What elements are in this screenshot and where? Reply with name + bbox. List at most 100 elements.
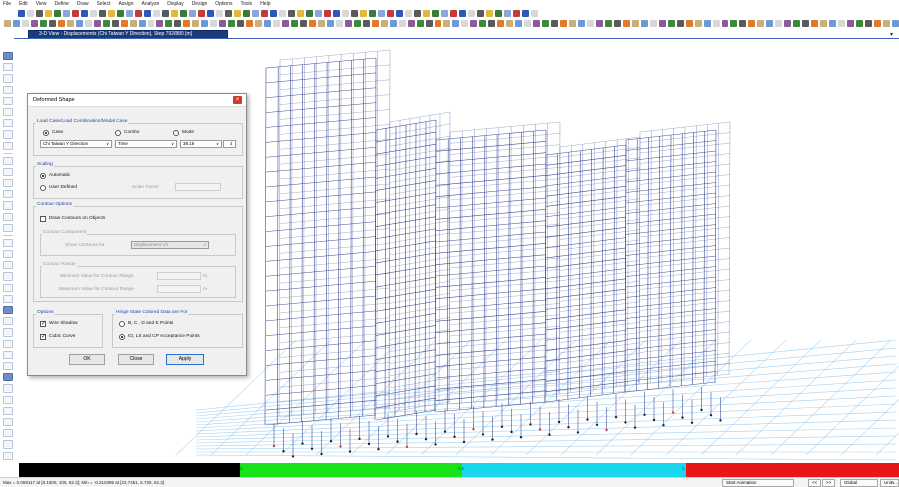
toolbar-icon[interactable]	[820, 20, 828, 27]
toolbar-icon[interactable]	[317, 20, 325, 27]
toolbar-icon[interactable]	[407, 20, 415, 27]
hinge-io-radio[interactable]	[119, 334, 125, 340]
toolbar-icon[interactable]	[66, 20, 74, 27]
toolbar-icon[interactable]	[369, 10, 376, 17]
toolbar-icon[interactable]	[39, 20, 47, 27]
next-step-button[interactable]: >>	[822, 479, 836, 487]
toolbar-icon[interactable]	[522, 10, 529, 17]
toolbar-icon[interactable]	[93, 20, 101, 27]
toolbar-icon[interactable]	[504, 10, 511, 17]
toolbar-icon[interactable]	[873, 20, 881, 27]
toolbar-icon[interactable]	[423, 10, 430, 17]
apply-button[interactable]: Apply	[166, 354, 204, 365]
left-toolbar-icon[interactable]	[3, 283, 13, 292]
left-toolbar-icon[interactable]	[3, 190, 13, 199]
draw-contours-checkbox[interactable]	[40, 216, 46, 222]
toolbar-icon[interactable]	[288, 10, 295, 17]
toolbar-icon[interactable]	[387, 10, 394, 17]
toolbar-icon[interactable]	[640, 20, 648, 27]
toolbar-icon[interactable]	[228, 20, 236, 27]
contour-component-select[interactable]: Displacement UY ∨	[131, 241, 209, 249]
toolbar-icon[interactable]	[162, 10, 169, 17]
left-toolbar-icon[interactable]	[3, 223, 13, 233]
toolbar-icon[interactable]	[694, 20, 702, 27]
left-toolbar-icon[interactable]	[3, 119, 13, 128]
close-button[interactable]: Close	[118, 354, 154, 365]
toolbar-icon[interactable]	[362, 20, 370, 27]
toolbar-icon[interactable]	[631, 20, 639, 27]
left-toolbar-icon[interactable]	[3, 328, 13, 337]
left-toolbar-icon[interactable]	[3, 317, 13, 326]
load-case-select[interactable]: Chi Taiwan Y Direction ∨	[40, 140, 112, 148]
toolbar-icon[interactable]	[396, 10, 403, 17]
toolbar-icon[interactable]	[775, 20, 783, 27]
toolbar-icon[interactable]	[432, 10, 439, 17]
toolbar-icon[interactable]	[506, 20, 514, 27]
left-toolbar-icon[interactable]	[3, 52, 13, 61]
toolbar-icon[interactable]	[515, 20, 523, 27]
menu-file[interactable]: File	[3, 0, 11, 9]
toolbar-icon[interactable]	[207, 10, 214, 17]
left-toolbar-icon[interactable]	[3, 451, 13, 460]
toolbar-icon[interactable]	[75, 20, 83, 27]
menu-draw[interactable]: Draw	[77, 0, 89, 9]
toolbar-icon[interactable]	[21, 20, 29, 27]
toolbar-icon[interactable]	[434, 20, 442, 27]
toolbar-icon[interactable]	[54, 10, 61, 17]
toolbar-icon[interactable]	[793, 20, 801, 27]
toolbar-icon[interactable]	[398, 20, 406, 27]
time-select[interactable]: Time ∨	[115, 140, 177, 148]
toolbar-icon[interactable]	[703, 20, 711, 27]
toolbar-icon[interactable]	[461, 20, 469, 27]
combo-radio[interactable]	[115, 130, 121, 136]
toolbar-icon[interactable]	[784, 20, 792, 27]
left-toolbar-icon[interactable]	[3, 63, 13, 72]
toolbar-icon[interactable]	[135, 10, 142, 17]
toolbar-icon[interactable]	[57, 20, 65, 27]
toolbar-icon[interactable]	[380, 20, 388, 27]
toolbar-icon[interactable]	[443, 20, 451, 27]
mode-radio[interactable]	[173, 130, 179, 136]
toolbar-icon[interactable]	[198, 10, 205, 17]
max-value-input[interactable]	[157, 285, 201, 293]
toolbar-icon[interactable]	[748, 20, 756, 27]
toolbar-icon[interactable]	[48, 20, 56, 27]
prev-step-button[interactable]: <<	[808, 479, 822, 487]
toolbar-icon[interactable]	[261, 10, 268, 17]
toolbar-icon[interactable]	[847, 20, 855, 27]
toolbar-icon[interactable]	[210, 20, 218, 27]
menu-design[interactable]: Design	[192, 0, 208, 9]
min-value-input[interactable]	[157, 272, 201, 280]
toolbar-icon[interactable]	[273, 20, 281, 27]
toolbar-icon[interactable]	[225, 10, 232, 17]
toolbar-icon[interactable]	[613, 20, 621, 27]
toolbar-icon[interactable]	[324, 10, 331, 17]
toolbar-icon[interactable]	[30, 20, 38, 27]
toolbar-icon[interactable]	[299, 20, 307, 27]
toolbar-icon[interactable]	[81, 10, 88, 17]
toolbar-icon[interactable]	[279, 10, 286, 17]
automatic-radio[interactable]	[40, 173, 46, 179]
toolbar-icon[interactable]	[604, 20, 612, 27]
menu-options[interactable]: Options	[215, 0, 232, 9]
left-toolbar-icon[interactable]	[3, 339, 13, 348]
left-toolbar-icon[interactable]	[3, 141, 13, 150]
toolbar-icon[interactable]	[84, 20, 92, 27]
scale-factor-input[interactable]	[175, 183, 221, 191]
toolbar-icon[interactable]	[560, 20, 568, 27]
toolbar-icon[interactable]	[829, 20, 837, 27]
toolbar-icon[interactable]	[425, 20, 433, 27]
left-toolbar-icon[interactable]	[3, 167, 13, 177]
toolbar-icon[interactable]	[297, 10, 304, 17]
toolbar-icon[interactable]	[360, 10, 367, 17]
toolbar-icon[interactable]	[405, 10, 412, 17]
toolbar-icon[interactable]	[586, 20, 594, 27]
left-toolbar-icon[interactable]	[3, 96, 13, 106]
toolbar-icon[interactable]	[838, 20, 846, 27]
toolbar-icon[interactable]	[595, 20, 603, 27]
case-radio[interactable]	[43, 130, 49, 136]
toolbar-icon[interactable]	[468, 10, 475, 17]
hinge-bcde-radio[interactable]	[119, 321, 125, 327]
left-toolbar-icon[interactable]	[3, 362, 13, 371]
toolbar-icon[interactable]	[578, 20, 585, 27]
